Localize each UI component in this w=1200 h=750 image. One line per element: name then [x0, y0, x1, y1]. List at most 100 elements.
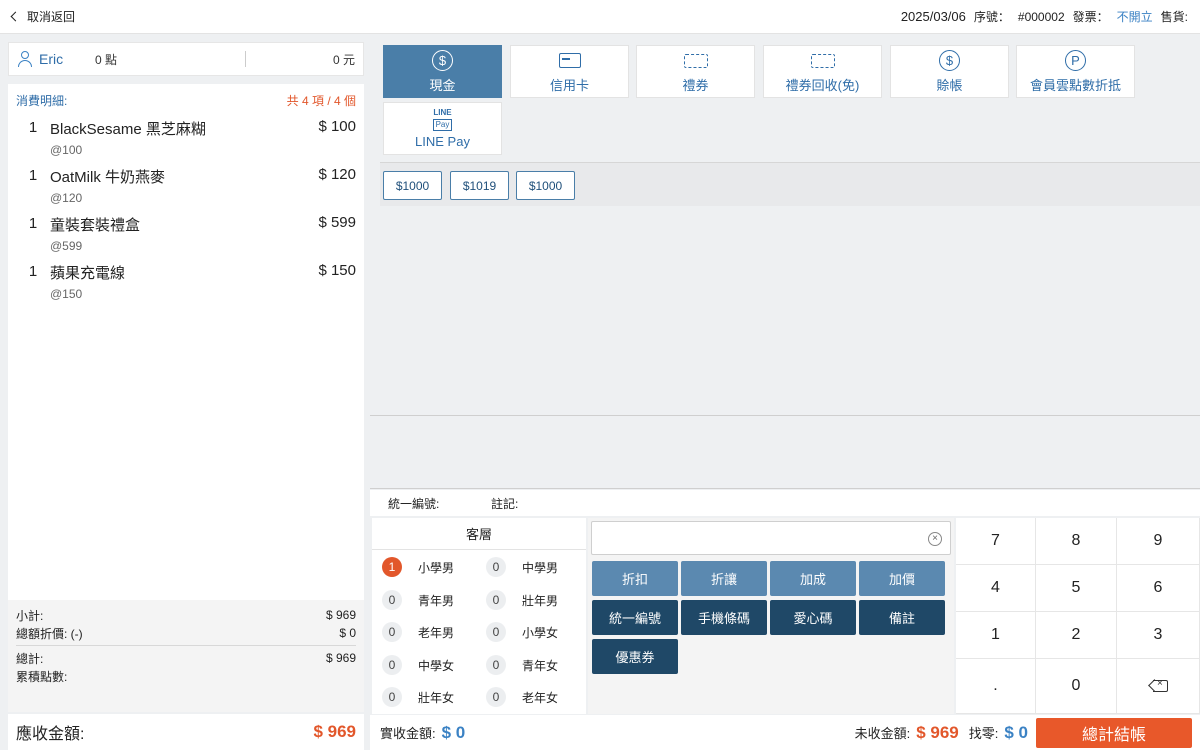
pay-method-label: 禮券 — [682, 77, 709, 93]
segment-label: 小學男 — [418, 560, 455, 575]
markup-amount-button[interactable]: 加價 — [859, 561, 945, 596]
item-price: $ 100 — [318, 118, 356, 135]
key-1[interactable]: 1 — [956, 612, 1036, 659]
key-dot[interactable]: . — [956, 659, 1036, 714]
tax-id-button[interactable]: 統一編號 — [592, 600, 678, 635]
backspace-key[interactable]: × — [1117, 659, 1200, 714]
total-label: 總計: — [16, 651, 44, 666]
invoice-value[interactable]: 不開立 — [1117, 8, 1153, 25]
pay-method-voucher-recycle[interactable]: 禮券回收(免) — [763, 45, 882, 98]
item-qty: 1 — [28, 263, 38, 280]
coupon-button[interactable]: 優惠券 — [592, 639, 678, 674]
backspace-icon: × — [1148, 678, 1168, 692]
order-list: 消費明細: 共 4 項 / 4 個 1 BlackSesame 黑芝麻糊 @10… — [8, 84, 364, 600]
total-value: $ 969 — [325, 651, 356, 665]
tax-id-label: 統一編號: — [388, 496, 440, 511]
points-label: 累積點數: — [16, 669, 68, 684]
member-points: 0 點 — [95, 52, 118, 67]
totals-panel: 小計: $ 969 總額折價: (-) $ 0 總計: $ 969 累積點數: — [8, 600, 364, 712]
quick-amount-button[interactable]: $1000 — [516, 171, 575, 200]
line-pay-icon: LINE Pay — [432, 107, 453, 131]
item-name: BlackSesame 黑芝麻糊 — [50, 121, 206, 138]
note-label: 註記: — [491, 496, 519, 511]
key-2[interactable]: 2 — [1036, 612, 1117, 659]
segment-item[interactable]: 0 中學男 — [486, 557, 558, 577]
markup-percent-button[interactable]: 加成 — [770, 561, 856, 596]
key-8[interactable]: 8 — [1036, 518, 1117, 565]
segment-label: 小學女 — [522, 625, 559, 640]
key-3[interactable]: 3 — [1117, 612, 1200, 659]
segment-item[interactable]: 0 壯年女 — [382, 687, 454, 707]
search-input[interactable] — [592, 522, 950, 554]
back-button[interactable]: 取消返回 — [10, 8, 76, 25]
segment-item[interactable]: 0 青年女 — [486, 655, 558, 675]
mobile-barcode-button[interactable]: 手機條碼 — [681, 600, 767, 635]
segment-item[interactable]: 1 小學男 — [382, 557, 454, 577]
receivable-bar: 應收金額: $ 969 — [8, 714, 364, 750]
receivable-amount: $ 969 — [313, 722, 356, 741]
segment-label: 中學女 — [418, 658, 455, 673]
order-title: 消費明細: — [16, 94, 68, 108]
item-price: $ 120 — [318, 166, 356, 183]
order-item[interactable]: 1 蘋果充電線 @150 $ 150 — [8, 262, 364, 301]
pay-method-gift-voucher[interactable]: 禮券 — [636, 45, 755, 98]
pay-method-label: 會員雲點數折抵 — [1029, 77, 1121, 93]
member-bar[interactable]: Eric 0 點 0 元 — [8, 42, 364, 76]
segment-item[interactable]: 0 中學女 — [382, 655, 454, 675]
key-5[interactable]: 5 — [1036, 565, 1117, 612]
order-item[interactable]: 1 BlackSesame 黑芝麻糊 @100 $ 100 — [8, 118, 364, 157]
pay-method-cash[interactable]: $ 現金 — [383, 45, 502, 98]
key-4[interactable]: 4 — [956, 565, 1036, 612]
divider — [370, 415, 1200, 416]
seller-label: 售貨: — [1160, 10, 1188, 24]
item-name: 童裝套裝禮盒 — [50, 217, 141, 234]
dollar-circle-icon: $ — [939, 50, 960, 71]
pay-method-credit-card[interactable]: 信用卡 — [510, 45, 629, 98]
dollar-circle-icon: $ — [432, 50, 453, 71]
segment-item[interactable]: 0 青年男 — [382, 590, 454, 610]
key-6[interactable]: 6 — [1117, 565, 1200, 612]
donation-code-button[interactable]: 愛心碼 — [770, 600, 856, 635]
key-0[interactable]: 0 — [1036, 659, 1117, 714]
segment-label: 青年女 — [522, 658, 559, 673]
order-item[interactable]: 1 OatMilk 牛奶燕麥 @120 $ 120 — [8, 166, 364, 205]
pay-method-line-pay[interactable]: LINE Pay LINE Pay — [383, 102, 502, 155]
order-header: 消費明細: 共 4 項 / 4 個 — [8, 84, 364, 109]
segment-label: 老年女 — [522, 690, 559, 705]
segment-count: 0 — [382, 590, 402, 610]
item-unit-price: @100 — [50, 143, 83, 157]
segment-item[interactable]: 0 小學女 — [486, 622, 558, 642]
back-label: 取消返回 — [27, 10, 76, 24]
segment-count: 0 — [382, 622, 402, 642]
clear-icon[interactable]: × — [928, 532, 942, 546]
segment-item[interactable]: 0 老年男 — [382, 622, 454, 642]
order-item[interactable]: 1 童裝套裝禮盒 @599 $ 599 — [8, 214, 364, 253]
segment-item[interactable]: 0 壯年男 — [486, 590, 558, 610]
divider — [370, 488, 1200, 489]
note-button[interactable]: 備註 — [859, 600, 945, 635]
checkout-button[interactable]: 總計結帳 — [1036, 717, 1192, 748]
unpaid-label: 未收金額: — [854, 726, 911, 741]
quick-amount-button[interactable]: $1019 — [450, 171, 509, 200]
item-qty: 1 — [28, 215, 38, 232]
item-unit-price: @120 — [50, 191, 83, 205]
item-price: $ 599 — [318, 214, 356, 231]
key-7[interactable]: 7 — [956, 518, 1036, 565]
unpaid-amount: $ 969 — [916, 722, 959, 742]
pay-method-member-points[interactable]: P 會員雲點數折抵 — [1016, 45, 1135, 98]
member-name: Eric — [39, 51, 64, 67]
chevron-left-icon — [10, 11, 21, 22]
allowance-button[interactable]: 折讓 — [681, 561, 767, 596]
segment-label: 老年男 — [418, 625, 455, 640]
key-9[interactable]: 9 — [1117, 518, 1200, 565]
pay-method-on-credit[interactable]: $ 賒帳 — [890, 45, 1009, 98]
pay-method-label: LINE Pay — [415, 133, 470, 149]
item-unit-price: @150 — [50, 287, 83, 301]
segment-item[interactable]: 0 老年女 — [486, 687, 558, 707]
discount-button[interactable]: 折扣 — [592, 561, 678, 596]
segment-count: 1 — [382, 557, 402, 577]
change-label: 找零: — [968, 726, 999, 741]
quick-amount-button[interactable]: $1000 — [383, 171, 442, 200]
serial-label: 序號： — [973, 10, 1010, 24]
pay-method-label: 現金 — [429, 77, 456, 93]
